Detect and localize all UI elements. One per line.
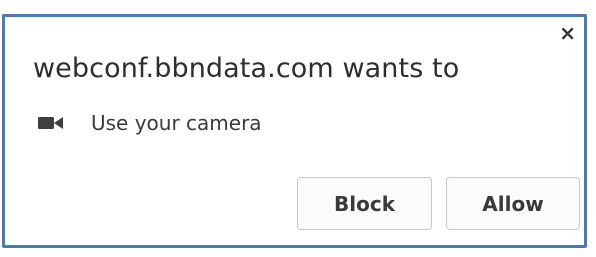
permission-dialog: × webconf.bbndata.com wants to Use your … [2, 14, 587, 248]
permission-row: Use your camera [37, 111, 262, 135]
permission-label: Use your camera [91, 111, 262, 135]
close-icon[interactable]: × [559, 23, 576, 43]
allow-button[interactable]: Allow [446, 177, 580, 230]
video-camera-icon [37, 114, 65, 132]
dialog-title: webconf.bbndata.com wants to [33, 53, 460, 84]
block-button[interactable]: Block [297, 177, 432, 230]
